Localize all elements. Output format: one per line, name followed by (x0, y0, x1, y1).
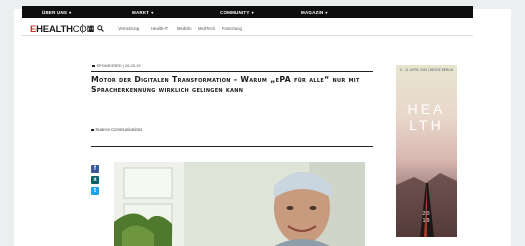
nav-item-community[interactable]: COMMUNITY ▾ (220, 10, 254, 15)
facebook-icon[interactable]: f (91, 165, 99, 173)
chevron-down-icon: ▾ (69, 9, 72, 15)
chevron-down-icon: ▾ (151, 9, 154, 15)
ad-title: HEA LTH (407, 101, 446, 133)
nav-item-markt[interactable]: MARKT ▾ (132, 10, 153, 15)
nav-item-magazin[interactable]: MAGAZIN ▾ (301, 10, 328, 15)
divider (91, 71, 373, 72)
subnav-item-health-it[interactable]: Health-IT (151, 26, 168, 31)
chevron-down-icon: ▾ (325, 9, 328, 15)
divider (82, 24, 83, 33)
xing-icon[interactable]: x (91, 176, 99, 184)
nav-item-ueber-uns[interactable]: ÜBER UNS ▾ (42, 10, 71, 15)
subnav-item-medizin[interactable]: Medizin (177, 26, 191, 31)
article-author[interactable]: Nuance Communications (91, 127, 142, 132)
chevron-down-icon: ▾ (251, 9, 254, 15)
ad-year: 20 19 (422, 211, 431, 224)
brand-bar: EHEALTHCOM Vernetzung Health-IT Medizin … (22, 20, 473, 36)
article-tag: SPONSORED | 26.03.19 (92, 64, 141, 68)
article-headline: Motor der Digitalen Transformation - War… (91, 75, 360, 94)
top-navigation: ÜBER UNS ▾ MARKT ▾ COMMUNITY ▾ MAGAZIN ▾ (22, 6, 473, 18)
divider (91, 146, 373, 147)
subnav-item-vernetzung[interactable]: Vernetzung (118, 26, 139, 31)
ad-date: 9. - 11. APRIL 2019 | MESSE BERLIN (399, 68, 454, 72)
advertisement-banner[interactable]: 9. - 11. APRIL 2019 | MESSE BERLIN HEA L… (396, 65, 457, 237)
user-icon[interactable] (88, 25, 94, 32)
search-icon[interactable] (97, 25, 104, 32)
twitter-icon[interactable]: t (91, 187, 99, 195)
site-logo[interactable]: EHEALTHCOM (30, 24, 95, 35)
subnav-item-forschung[interactable]: Forschung (222, 26, 242, 31)
subnav-item-medtech[interactable]: MedTech (198, 26, 215, 31)
article-image (114, 162, 365, 246)
